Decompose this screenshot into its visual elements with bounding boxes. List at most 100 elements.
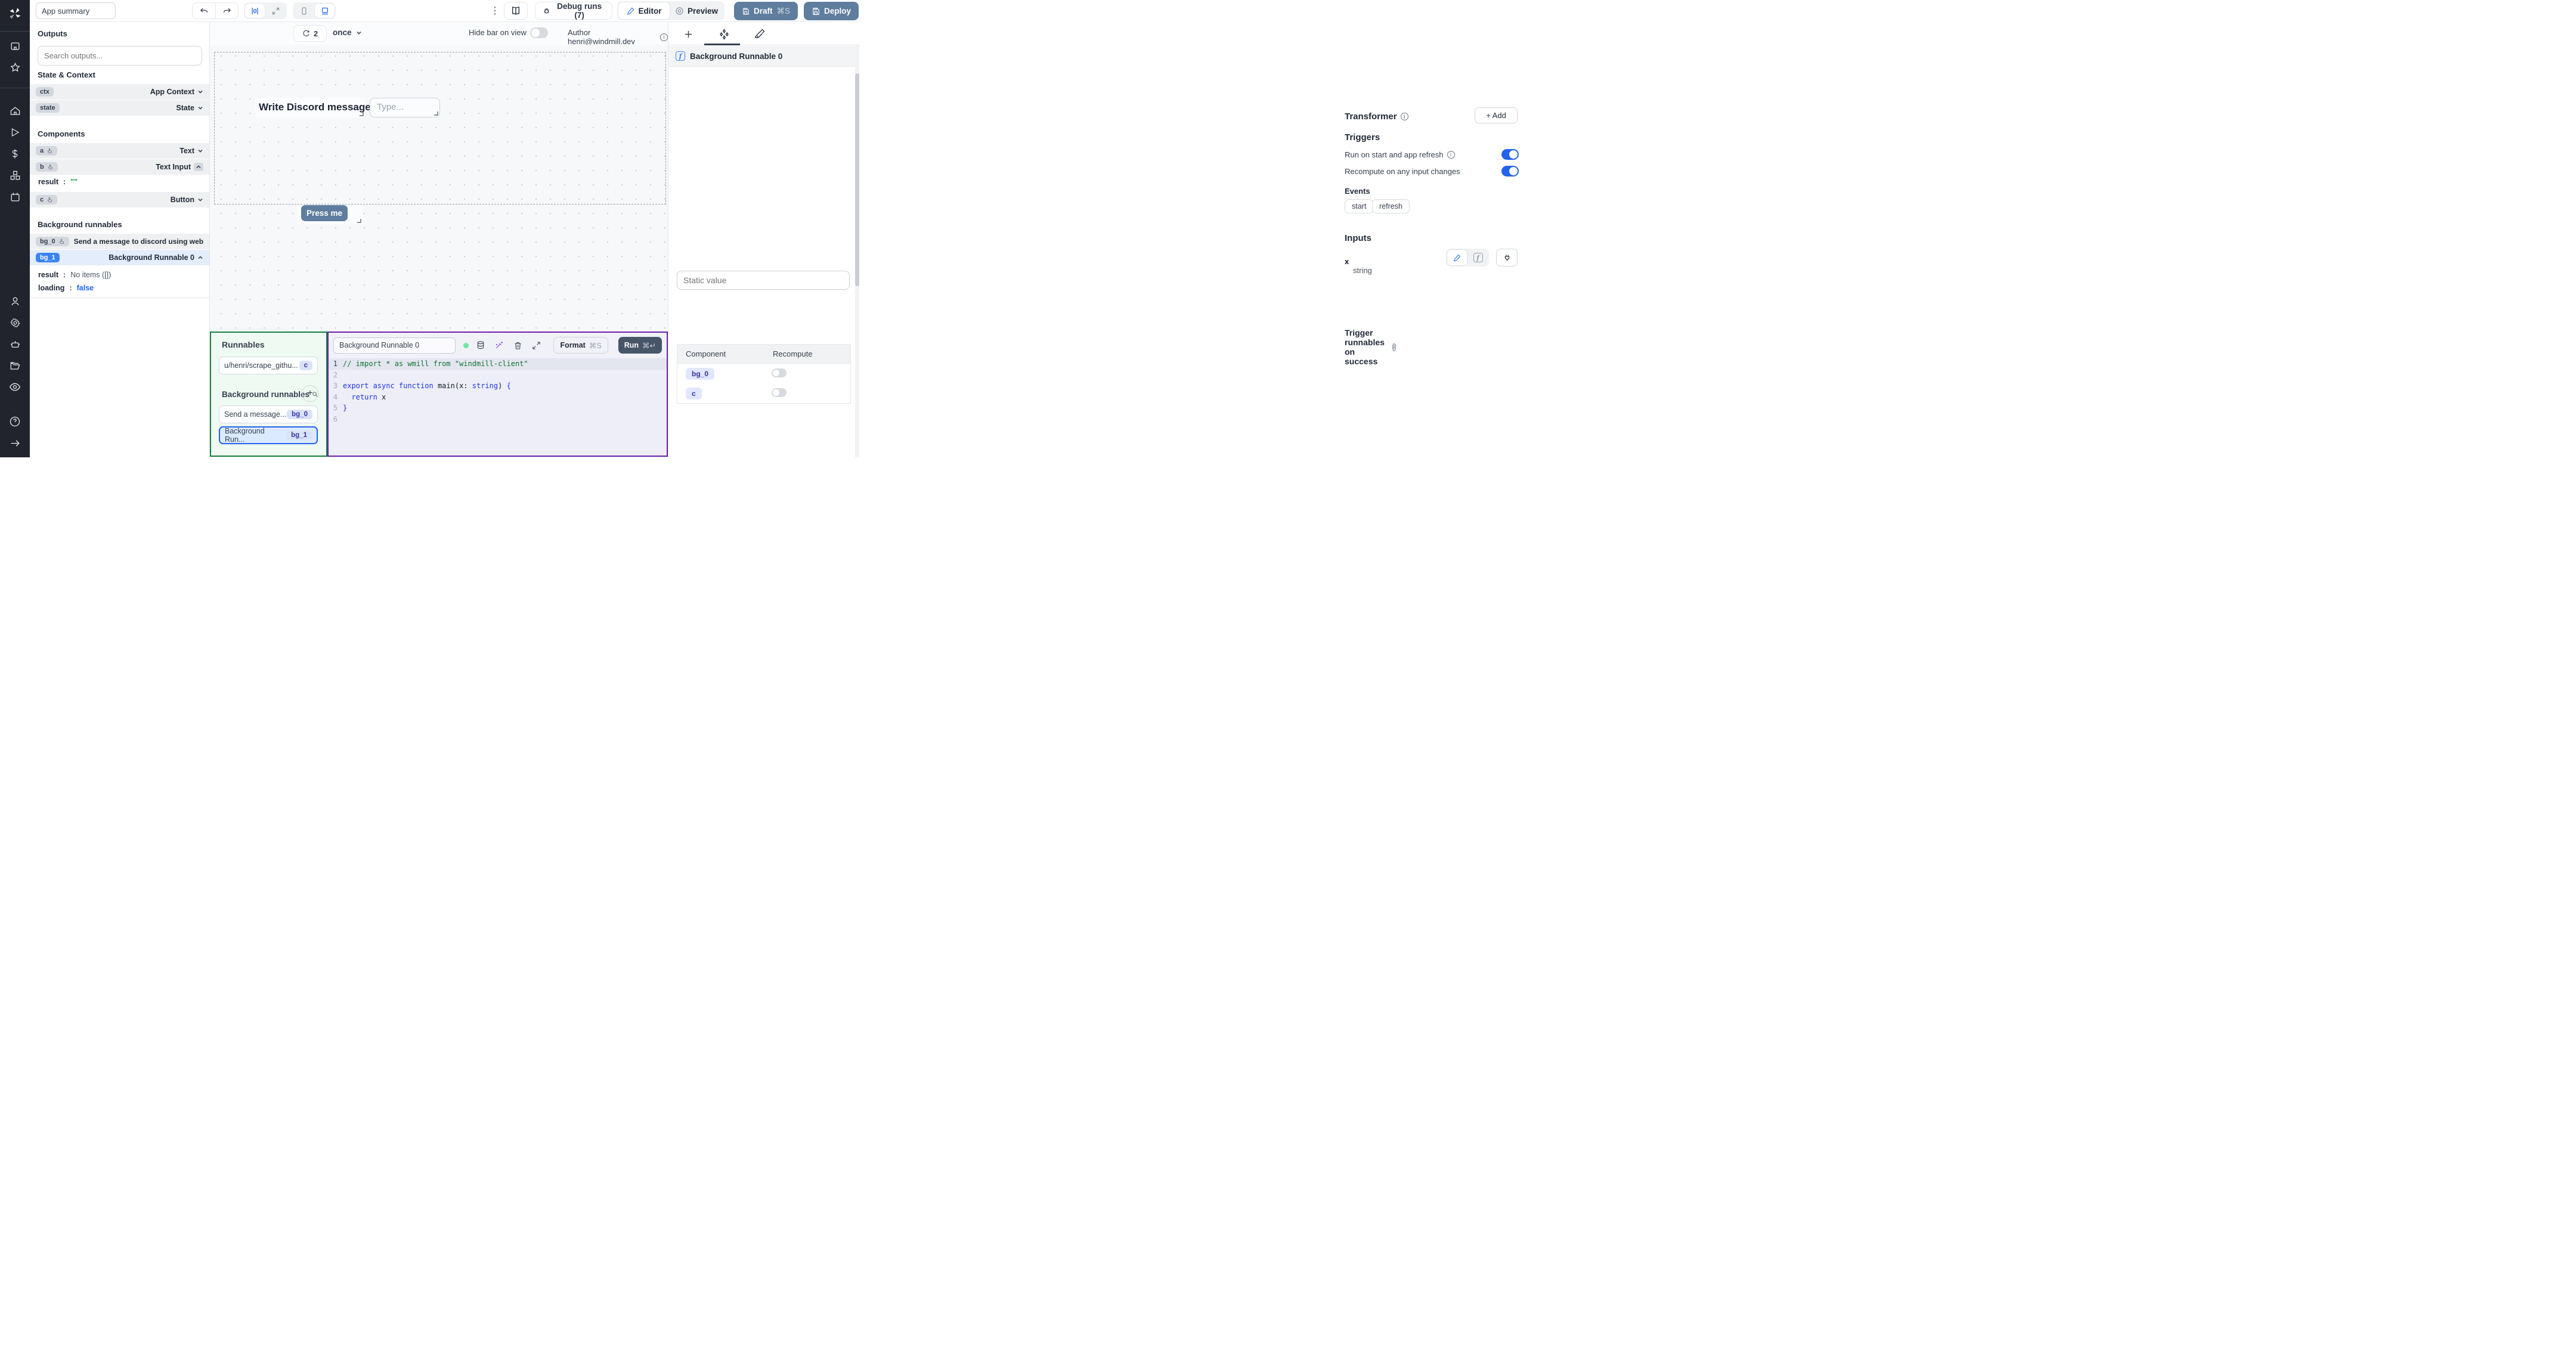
eval-fx-icon[interactable]: f — [1468, 250, 1488, 265]
ai-wand-icon[interactable] — [493, 339, 506, 352]
runnable-item-bg0[interactable]: Send a message... bg_0 — [219, 405, 318, 423]
deploy-button[interactable]: Deploy — [804, 2, 859, 20]
scrollbar-thumb[interactable] — [855, 73, 859, 286]
component-row-c[interactable]: c Button — [30, 192, 209, 208]
line-number: 3 — [333, 382, 338, 390]
mobile-icon[interactable] — [294, 4, 314, 18]
runnable-badge: bg_0 — [287, 410, 312, 419]
component-row-b[interactable]: b Text Input — [30, 159, 209, 175]
static-pencil-icon[interactable] — [1447, 250, 1467, 265]
refresh-count: 2 — [313, 29, 318, 38]
resize-handle[interactable] — [360, 112, 364, 116]
chevron-down-icon[interactable] — [197, 197, 203, 203]
recompute-toggle[interactable] — [1501, 166, 1519, 176]
home-icon[interactable] — [0, 100, 30, 122]
event-chip-refresh[interactable]: refresh — [1372, 199, 1410, 213]
search-outputs-input[interactable] — [38, 46, 202, 66]
output-row-ctx[interactable]: ctx App Context — [30, 84, 209, 100]
text-component-a[interactable]: Write Discord message: — [255, 98, 374, 117]
folders-icon[interactable] — [0, 355, 30, 376]
run-label: Run — [624, 341, 639, 349]
canvas-grid[interactable]: Write Discord message: Type... Press me … — [210, 45, 668, 356]
resources-boxes-icon[interactable] — [0, 165, 30, 186]
run-on-start-toggle[interactable] — [1501, 149, 1519, 160]
static-value-input[interactable] — [677, 271, 850, 290]
chevron-down-icon[interactable] — [197, 105, 203, 111]
database-icon[interactable] — [474, 339, 487, 352]
chevron-down-icon[interactable] — [197, 89, 203, 95]
code-editor[interactable]: 1 // import * as wmill from "windmill-cl… — [329, 358, 667, 456]
workers-robot-icon[interactable] — [0, 333, 30, 355]
schedules-calendar-icon[interactable] — [0, 186, 30, 207]
format-button[interactable]: Format ⌘S — [553, 337, 608, 354]
preview-tab[interactable]: Preview — [671, 2, 722, 19]
resize-handle[interactable] — [434, 112, 438, 116]
code-text: ) — [498, 382, 507, 390]
event-chip-start[interactable]: start — [1345, 199, 1374, 213]
delete-trash-icon[interactable] — [511, 339, 524, 352]
app-body-boundary — [214, 52, 666, 205]
resize-handle[interactable] — [357, 219, 361, 223]
expand-icon[interactable] — [530, 339, 543, 352]
code-line: 3 export async function main (x: string) … — [329, 380, 667, 392]
center-align-icon[interactable] — [245, 4, 265, 18]
author-info: Author henri@windmill.dev i — [568, 28, 668, 46]
info-icon[interactable]: i — [1447, 150, 1455, 159]
favorites-star-icon[interactable] — [0, 57, 30, 78]
info-icon[interactable]: i — [1400, 113, 1408, 120]
connect-plug-icon[interactable] — [1496, 249, 1518, 267]
user-icon[interactable] — [0, 290, 30, 312]
component-badge: bg_0 — [686, 367, 715, 380]
info-icon[interactable]: i — [1392, 343, 1396, 351]
button-component-c[interactable]: Press me — [297, 205, 363, 224]
hide-bar-toggle[interactable] — [530, 27, 548, 38]
component-settings-tab[interactable] — [712, 26, 736, 42]
trigger-label: Recompute on any input changes — [1345, 166, 1460, 176]
runnable-row-bg1[interactable]: bg_1 Background Runnable 0 — [30, 250, 209, 266]
chevron-up-icon[interactable] — [197, 255, 203, 261]
run-mode-dropdown[interactable]: once — [333, 28, 362, 37]
docs-book-button[interactable] — [504, 2, 528, 20]
styling-brush-tab[interactable] — [748, 26, 772, 42]
bg1-result-row: result: No items ([]) — [30, 266, 209, 281]
runnable-name-input[interactable] — [333, 337, 456, 354]
component-row-a[interactable]: a Text — [30, 143, 209, 159]
run-button[interactable]: Run ⌘↵ — [618, 337, 662, 354]
variables-dollar-icon[interactable] — [0, 143, 30, 165]
app-summary-input[interactable] — [36, 2, 116, 19]
insert-component-tab[interactable] — [676, 26, 700, 42]
help-icon[interactable] — [0, 411, 30, 432]
runs-play-icon[interactable] — [0, 122, 30, 143]
undo-button[interactable] — [193, 3, 215, 18]
recompute-toggle[interactable] — [772, 368, 787, 377]
runnable-row-bg0[interactable]: bg_0 Send a message to discord using web… — [30, 234, 209, 250]
audit-eye-icon[interactable] — [0, 376, 30, 398]
info-icon[interactable]: i — [660, 33, 668, 41]
draft-button[interactable]: Draft ⌘S — [734, 2, 798, 20]
add-transformer-button[interactable]: + Add — [1475, 107, 1518, 123]
runnable-name: Background Run... — [225, 427, 265, 444]
add-runnable-button[interactable]: + — [302, 385, 318, 402]
chevron-down-icon[interactable] — [197, 148, 203, 154]
press-me-button[interactable]: Press me — [301, 205, 348, 221]
editor-tab[interactable]: Editor — [618, 2, 670, 19]
runnable-item-c[interactable]: u/henri/scrape_githu... c — [219, 357, 318, 374]
refresh-count-button[interactable]: 2 — [293, 25, 327, 42]
redo-button[interactable] — [215, 3, 238, 18]
collapse-arrow-icon[interactable] — [0, 432, 30, 454]
windmill-logo[interactable] — [0, 0, 30, 27]
workspace-icon[interactable] — [0, 35, 30, 57]
undo-redo-group — [192, 2, 239, 19]
code-line: 4 return x — [329, 392, 667, 403]
recompute-toggle[interactable] — [772, 388, 787, 397]
desktop-icon[interactable] — [315, 4, 335, 18]
chevron-up-icon[interactable] — [194, 163, 203, 171]
settings-gear-icon[interactable] — [0, 312, 30, 333]
runnable-item-bg1-selected[interactable]: Background Run... bg_1 — [219, 426, 318, 444]
fullwidth-expand-icon[interactable] — [266, 4, 286, 18]
output-row-state[interactable]: state State — [30, 100, 209, 116]
debug-runs-button[interactable]: Debug runs (7) — [535, 2, 612, 20]
scrollbar[interactable] — [855, 45, 859, 457]
textinput-component-b[interactable]: Type... — [370, 98, 440, 117]
more-menu-kebab[interactable]: ⋮ — [490, 5, 500, 17]
